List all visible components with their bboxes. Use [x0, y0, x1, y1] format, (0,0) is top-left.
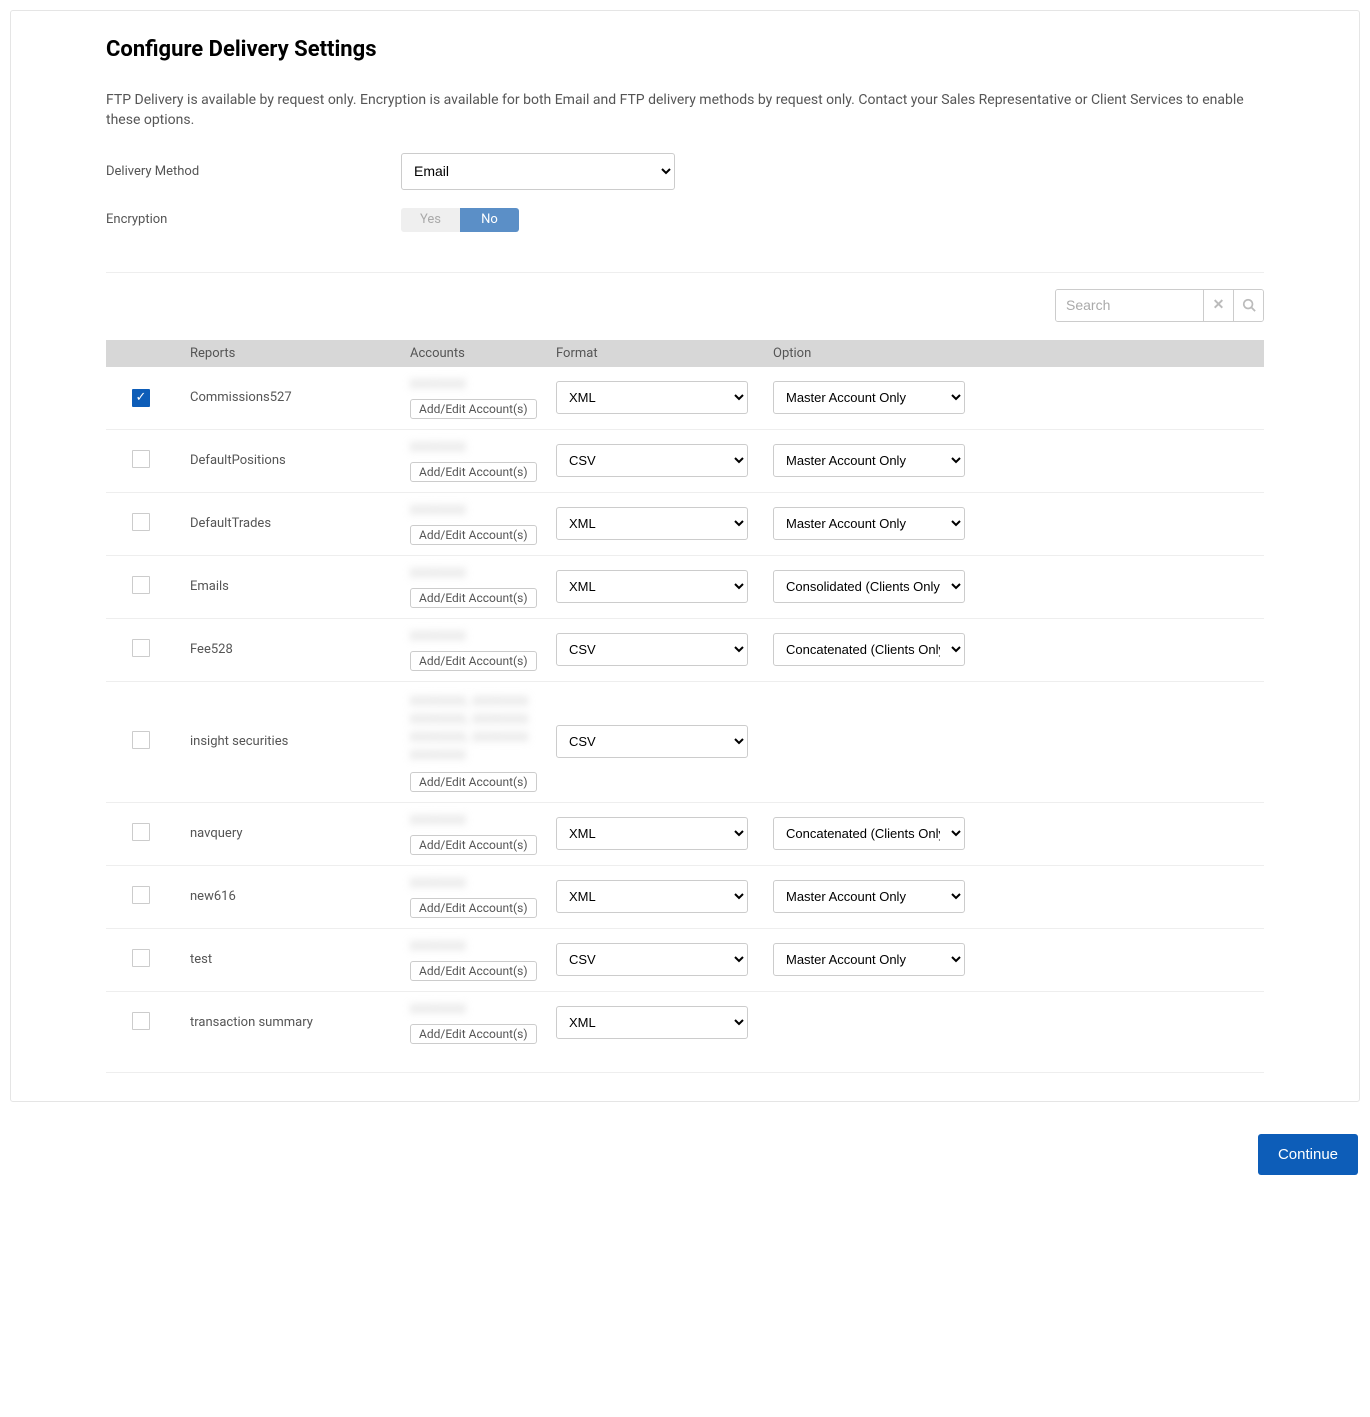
accounts-redacted: XXXXXXX: [410, 629, 466, 643]
table-row: ✓ Commissions527 XXXXXXX Add/Edit Account(s…: [106, 367, 1264, 430]
option-select[interactable]: Consolidated (Clients Only): [773, 570, 965, 603]
table-row: DefaultPositions XXXXXXX Add/Edit Account(…: [106, 429, 1264, 492]
option-select[interactable]: Master Account Only: [773, 943, 965, 976]
report-name: new616: [186, 865, 406, 928]
divider: [106, 272, 1264, 273]
row-checkbox[interactable]: [132, 450, 150, 468]
format-select[interactable]: CSV: [556, 444, 748, 477]
divider-bottom: [106, 1072, 1264, 1073]
add-edit-accounts-button[interactable]: Add/Edit Account(s): [410, 835, 537, 855]
add-edit-accounts-button[interactable]: Add/Edit Account(s): [410, 588, 537, 608]
accounts-redacted: XXXXXXX: [410, 939, 466, 953]
row-checkbox[interactable]: [132, 731, 150, 749]
encryption-label: Encryption: [106, 212, 401, 227]
intro-text: FTP Delivery is available by request onl…: [106, 90, 1264, 131]
format-select[interactable]: XML: [556, 817, 748, 850]
encryption-row: Encryption Yes No: [106, 208, 1264, 232]
report-name: navquery: [186, 802, 406, 865]
report-name: Emails: [186, 555, 406, 618]
page-title: Configure Delivery Settings: [106, 37, 1264, 62]
search-clear-button[interactable]: ✕: [1203, 290, 1233, 321]
add-edit-accounts-button[interactable]: Add/Edit Account(s): [410, 1024, 537, 1044]
add-edit-accounts-button[interactable]: Add/Edit Account(s): [410, 651, 537, 671]
reports-table: Reports Accounts Format Option ✓ Commissi…: [106, 340, 1264, 1054]
report-name: transaction summary: [186, 991, 406, 1054]
add-edit-accounts-button[interactable]: Add/Edit Account(s): [410, 462, 537, 482]
format-select[interactable]: CSV: [556, 725, 748, 758]
delivery-method-select[interactable]: Email: [401, 153, 675, 190]
row-checkbox[interactable]: [132, 886, 150, 904]
table-row: insight securitiesXXXXXXX, XXXXXXXXXXXXX…: [106, 681, 1264, 802]
row-checkbox[interactable]: [132, 823, 150, 841]
format-select[interactable]: XML: [556, 880, 748, 913]
option-select[interactable]: Master Account Only: [773, 507, 965, 540]
delivery-method-row: Delivery Method Email: [106, 153, 1264, 190]
row-checkbox[interactable]: [132, 639, 150, 657]
option-select[interactable]: Concatenated (Clients Only): [773, 817, 965, 850]
report-name: insight securities: [186, 681, 406, 802]
format-select[interactable]: XML: [556, 570, 748, 603]
header-format: Format: [552, 340, 769, 367]
settings-panel: Configure Delivery Settings FTP Delivery…: [10, 10, 1360, 1102]
row-checkbox[interactable]: [132, 1012, 150, 1030]
report-name: test: [186, 928, 406, 991]
table-row: transaction summary XXXXXXX Add/Edit Accou…: [106, 991, 1264, 1054]
option-select[interactable]: Master Account Only: [773, 381, 965, 414]
table-row: test XXXXXXX Add/Edit Account(s) CSV Master …: [106, 928, 1264, 991]
table-row: navquery XXXXXXX Add/Edit Account(s) XML Con…: [106, 802, 1264, 865]
encryption-toggle: Yes No: [401, 208, 519, 232]
add-edit-accounts-button[interactable]: Add/Edit Account(s): [410, 772, 537, 792]
add-edit-accounts-button[interactable]: Add/Edit Account(s): [410, 898, 537, 918]
add-edit-accounts-button[interactable]: Add/Edit Account(s): [410, 399, 537, 419]
add-edit-accounts-button[interactable]: Add/Edit Account(s): [410, 525, 537, 545]
report-name: Commissions527: [186, 367, 406, 430]
header-accounts: Accounts: [406, 340, 552, 367]
accounts-redacted: XXXXXXX: [410, 1002, 466, 1016]
option-select[interactable]: Concatenated (Clients Only): [773, 633, 965, 666]
accounts-redacted: XXXXXXX: [410, 377, 466, 391]
encryption-yes-button[interactable]: Yes: [401, 208, 460, 232]
report-name: DefaultPositions: [186, 429, 406, 492]
search-submit-button[interactable]: [1233, 290, 1263, 321]
row-checkbox[interactable]: [132, 576, 150, 594]
report-name: DefaultTrades: [186, 492, 406, 555]
accounts-redacted: XXXXXXX: [410, 813, 466, 827]
format-select[interactable]: XML: [556, 1006, 748, 1039]
row-checkbox[interactable]: [132, 949, 150, 967]
search-wrap: ✕: [1055, 289, 1264, 322]
search-bar: ✕: [106, 289, 1264, 322]
accounts-redacted: XXXXXXX: [410, 876, 466, 890]
table-row: Emails XXXXXXX Add/Edit Account(s) XML Conso…: [106, 555, 1264, 618]
header-reports: Reports: [186, 340, 406, 367]
format-select[interactable]: CSV: [556, 633, 748, 666]
table-row: new616 XXXXXXX Add/Edit Account(s) XML Maste…: [106, 865, 1264, 928]
format-select[interactable]: XML: [556, 507, 748, 540]
table-row: DefaultTrades XXXXXXX Add/Edit Account(s) X…: [106, 492, 1264, 555]
accounts-redacted: XXXXXXX: [410, 440, 466, 454]
footer: Continue: [10, 1102, 1360, 1175]
accounts-redacted: XXXXXXX: [410, 566, 466, 580]
encryption-no-button[interactable]: No: [460, 208, 519, 232]
accounts-redacted: XXXXXXX: [410, 503, 466, 517]
table-row: Fee528 XXXXXXX Add/Edit Account(s) CSV Conca…: [106, 618, 1264, 681]
search-icon: [1242, 298, 1256, 312]
continue-button[interactable]: Continue: [1258, 1134, 1358, 1175]
search-input[interactable]: [1056, 290, 1203, 321]
header-option: Option: [769, 340, 1264, 367]
delivery-method-label: Delivery Method: [106, 164, 401, 179]
accounts-redacted: XXXXXXX, XXXXXXXXXXXXXX, XXXXXXXXXXXXXX,…: [410, 692, 529, 764]
add-edit-accounts-button[interactable]: Add/Edit Account(s): [410, 961, 537, 981]
format-select[interactable]: CSV: [556, 943, 748, 976]
row-checkbox[interactable]: [132, 513, 150, 531]
option-select[interactable]: Master Account Only: [773, 444, 965, 477]
option-select[interactable]: Master Account Only: [773, 880, 965, 913]
report-name: Fee528: [186, 618, 406, 681]
close-icon: ✕: [1213, 298, 1225, 312]
format-select[interactable]: XML: [556, 381, 748, 414]
row-checkbox[interactable]: ✓: [132, 389, 150, 407]
